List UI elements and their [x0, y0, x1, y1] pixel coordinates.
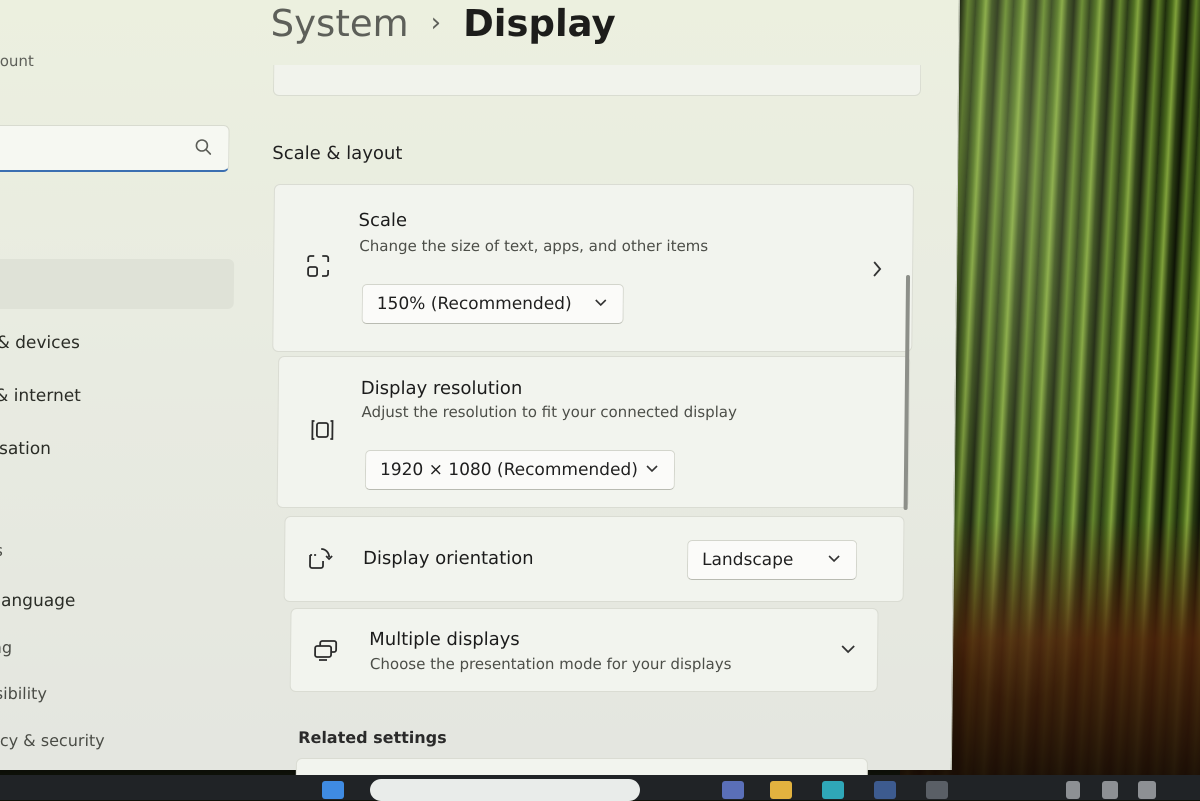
display-resolution-description: Adjust the resolution to fit your connec…: [361, 403, 737, 421]
section-title-scale-layout: Scale & layout: [272, 143, 403, 164]
wifi-icon[interactable]: [1138, 781, 1156, 799]
multiple-displays-icon: [314, 640, 338, 661]
file-explorer-icon[interactable]: [770, 781, 792, 799]
scale-card[interactable]: Scale Change the size of text, apps, and…: [272, 184, 915, 352]
scale-dropdown[interactable]: 150% (Recommended): [361, 284, 624, 324]
display-resolution-title: Display resolution: [360, 378, 523, 399]
account-label: ccount: [0, 52, 34, 70]
tray-chevron-icon[interactable]: [1066, 781, 1080, 799]
sidebar-item-bluetooth-devices[interactable]: h & devices: [0, 333, 80, 353]
display-orientation-value: Landscape: [701, 550, 794, 570]
sidebar-item-accounts[interactable]: nts: [0, 541, 3, 560]
scale-title: Scale: [358, 210, 408, 231]
page-title: Display: [462, 2, 616, 45]
sidebar-item-selected[interactable]: [0, 259, 235, 309]
edge-icon[interactable]: [822, 781, 844, 799]
display-resolution-card[interactable]: Display resolution Adjust the resolution…: [276, 356, 911, 508]
previous-settings-card[interactable]: [272, 65, 922, 96]
breadcrumb-system[interactable]: System: [270, 2, 408, 45]
chevron-right-icon[interactable]: [872, 261, 882, 277]
main-content: System › Display Scale & layout Scale Chan…: [246, 0, 944, 780]
orientation-icon: [309, 548, 333, 569]
scale-description: Change the size of text, apps, and other…: [359, 237, 709, 255]
taskbar-search[interactable]: [370, 779, 640, 801]
sidebar: ccount h & devices k & internet alisatio…: [0, 0, 239, 770]
multiple-displays-title: Multiple displays: [369, 629, 520, 650]
sidebar-item-privacy-security[interactable]: ivacy & security: [0, 731, 105, 750]
settings-icon[interactable]: [926, 781, 948, 799]
store-icon[interactable]: [874, 781, 896, 799]
display-orientation-card: Display orientation Landscape: [283, 516, 905, 602]
start-icon[interactable]: [322, 781, 344, 799]
sidebar-item-accessibility[interactable]: essibility: [0, 684, 47, 703]
taskbar: [0, 775, 1200, 801]
multiple-displays-description: Choose the presentation mode for your di…: [369, 655, 732, 673]
search-input[interactable]: [0, 126, 196, 168]
scale-icon: [307, 255, 330, 277]
sidebar-item-time-language[interactable]: & language: [0, 591, 76, 611]
chevron-down-icon: [595, 299, 607, 307]
resolution-icon: [311, 420, 334, 440]
multiple-displays-card[interactable]: Multiple displays Choose the presentatio…: [289, 608, 879, 692]
breadcrumb: System › Display: [270, 2, 615, 45]
sidebar-item-gaming[interactable]: ning: [0, 638, 12, 657]
location-icon: [1102, 781, 1118, 799]
display-orientation-dropdown[interactable]: Landscape: [686, 540, 858, 580]
related-settings-title: Related settings: [298, 728, 447, 747]
breadcrumb-separator: ›: [430, 8, 442, 38]
display-resolution-value: 1920 × 1080 (Recommended): [379, 460, 639, 480]
scale-value: 150% (Recommended): [376, 294, 572, 314]
taskview-icon[interactable]: [722, 781, 744, 799]
search-box[interactable]: [0, 125, 230, 172]
display-orientation-title: Display orientation: [362, 548, 534, 569]
sidebar-item-personalisation[interactable]: alisation: [0, 439, 51, 459]
settings-window: ccount h & devices k & internet alisatio…: [0, 0, 961, 780]
chevron-down-icon[interactable]: [841, 645, 855, 654]
chevron-down-icon: [828, 555, 840, 563]
display-resolution-dropdown[interactable]: 1920 × 1080 (Recommended): [364, 450, 676, 490]
chevron-down-icon: [646, 465, 658, 473]
search-icon[interactable]: [194, 138, 212, 156]
sidebar-item-network-internet[interactable]: k & internet: [0, 386, 81, 406]
